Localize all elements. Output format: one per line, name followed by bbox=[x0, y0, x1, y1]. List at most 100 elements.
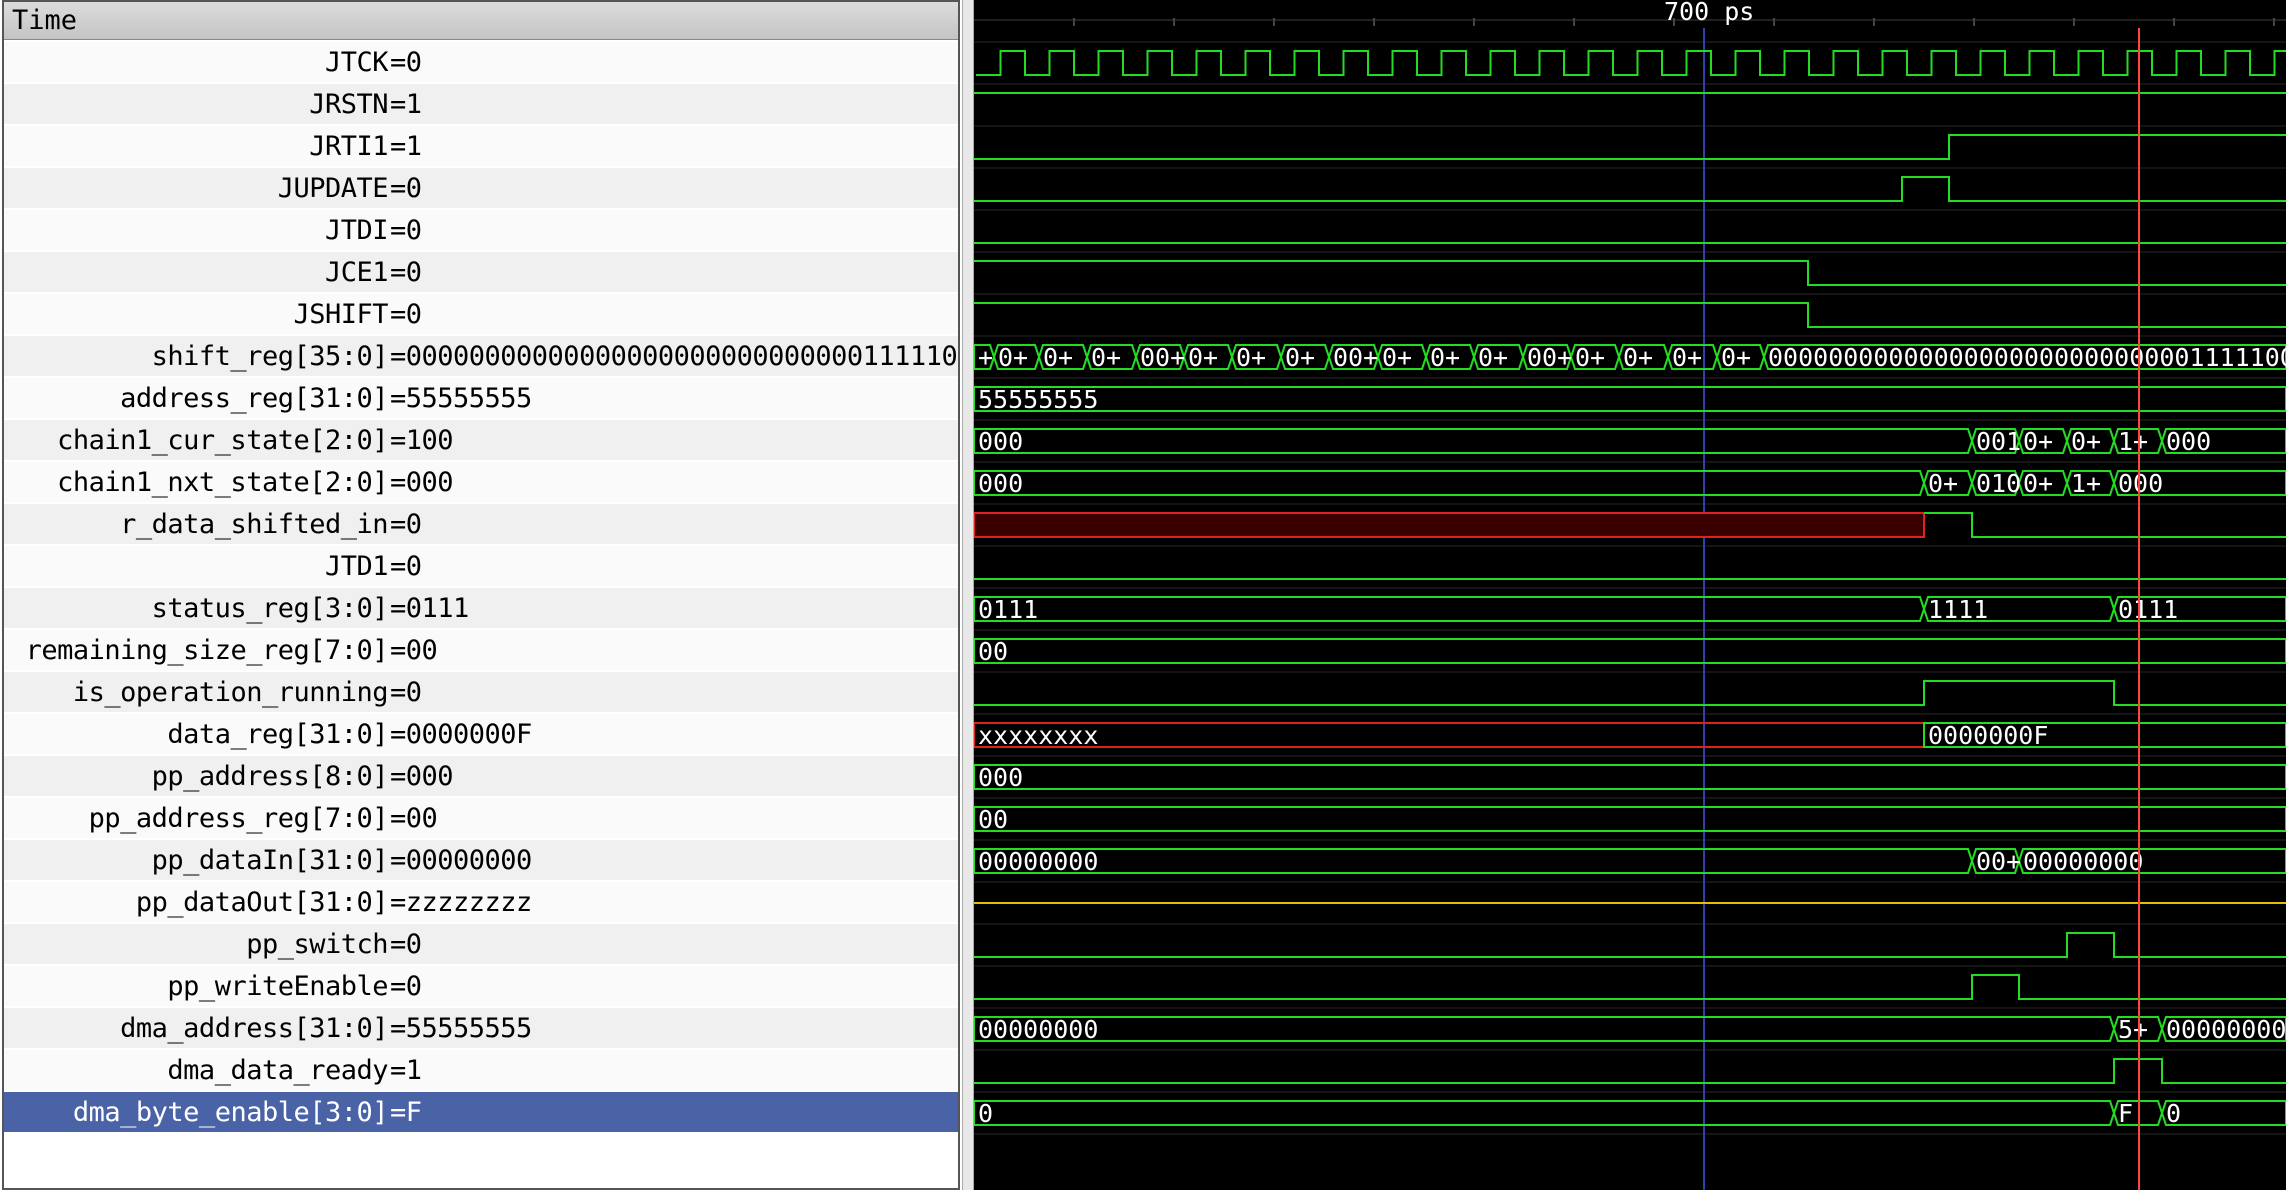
signal-name: dma_data_ready bbox=[167, 1055, 388, 1086]
signal-name: chain1_nxt_state[2:0] bbox=[57, 467, 388, 498]
shift-reg-value-label: 0+ bbox=[1430, 343, 1460, 372]
signal-row[interactable]: JTD1 =0 bbox=[4, 546, 959, 588]
pp-datain-value-label: 00000000 bbox=[2023, 847, 2143, 876]
pp-address-wave bbox=[974, 777, 2286, 790]
signal-row[interactable]: pp_address[8:0] =000 bbox=[4, 756, 959, 798]
signal-name: JTCK bbox=[324, 47, 389, 78]
shift-reg-value-label: 0+ bbox=[998, 343, 1028, 372]
signal-row[interactable]: JTCK =0 bbox=[4, 42, 959, 84]
cur-state-value-label: 000 bbox=[978, 427, 1023, 456]
signal-name: shift_reg[35:0] bbox=[151, 341, 389, 372]
signal-value: =0 bbox=[390, 299, 422, 330]
address-reg-wave bbox=[974, 386, 2286, 399]
pp-datain-wave bbox=[974, 860, 1973, 874]
dma-byte-enable-wave bbox=[974, 1100, 2115, 1114]
nxt-state-value-label: 000 bbox=[978, 469, 1023, 498]
signal-value: =55555555 bbox=[390, 1013, 532, 1044]
signal-row[interactable]: address_reg[31:0] =55555555 bbox=[4, 378, 959, 420]
pp-address-reg-value-label: 00 bbox=[978, 805, 1008, 834]
jshift-wave bbox=[974, 302, 2286, 328]
signal-row[interactable]: dma_byte_enable[3:0] =F bbox=[4, 1092, 959, 1134]
signal-name: remaining_size_reg[7:0] bbox=[25, 635, 389, 666]
time-column-header[interactable]: Time bbox=[4, 2, 959, 40]
shift-reg-value-label: 0+ bbox=[1091, 343, 1121, 372]
signal-row[interactable]: pp_dataIn[31:0] =00000000 bbox=[4, 840, 959, 882]
status-reg-wave bbox=[974, 596, 1925, 610]
shift-reg-value-label: + bbox=[978, 343, 993, 372]
signal-row[interactable]: JUPDATE =0 bbox=[4, 168, 959, 210]
pane-splitter[interactable] bbox=[962, 0, 974, 1194]
status-reg-value-label: 0111 bbox=[978, 595, 1038, 624]
signal-row[interactable]: pp_address_reg[7:0] =00 bbox=[4, 798, 959, 840]
status-reg-wave bbox=[974, 608, 1925, 622]
signal-row[interactable]: dma_address[31:0] =55555555 bbox=[4, 1008, 959, 1050]
signal-row[interactable]: JRSTN =1 bbox=[4, 84, 959, 126]
pp-datain-value-label: 00000000 bbox=[978, 847, 1098, 876]
signal-value: =0 bbox=[390, 173, 422, 204]
signal-name: pp_address_reg[7:0] bbox=[88, 803, 389, 834]
cur-state-value-label: 001 bbox=[1976, 427, 2021, 456]
shift-reg-value-label: 0+ bbox=[1188, 343, 1218, 372]
signal-value: =00000000 bbox=[390, 845, 532, 876]
signal-row[interactable]: remaining_size_reg[7:0] =00 bbox=[4, 630, 959, 672]
signal-row[interactable]: pp_switch =0 bbox=[4, 924, 959, 966]
signal-name: JSHIFT bbox=[293, 299, 388, 330]
shift-reg-value-label: 000000000000000000000000000011111000 bbox=[1768, 343, 2286, 372]
time-header-label: Time bbox=[12, 5, 78, 36]
signal-row[interactable]: JRTI1 =1 bbox=[4, 126, 959, 168]
dma-address-value-label: 5+ bbox=[2118, 1015, 2148, 1044]
cur-state-value-label: 000 bbox=[2166, 427, 2211, 456]
data-reg-value-label: 0000000F bbox=[1928, 721, 2048, 750]
nxt-state-value-label: 1+ bbox=[2071, 469, 2101, 498]
signal-row[interactable]: chain1_nxt_state[2:0] =000 bbox=[4, 462, 959, 504]
remaining-size-value-label: 00 bbox=[978, 637, 1008, 666]
signal-row[interactable]: is_operation_running =0 bbox=[4, 672, 959, 714]
shift-reg-value-label: 00+ bbox=[1333, 343, 1378, 372]
signal-row[interactable]: chain1_cur_state[2:0] =100 bbox=[4, 420, 959, 462]
nxt-state-value-label: 000 bbox=[2118, 469, 2163, 498]
signal-row[interactable]: dma_data_ready =1 bbox=[4, 1050, 959, 1092]
remaining-size-wave bbox=[974, 638, 2286, 651]
signal-name: is_operation_running bbox=[72, 677, 389, 708]
signal-name: JRSTN bbox=[309, 89, 388, 120]
signal-value: =zzzzzzzz bbox=[390, 887, 532, 918]
jtck-wave bbox=[976, 50, 2286, 76]
signal-row[interactable]: JTDI =0 bbox=[4, 210, 959, 252]
cur-state-wave bbox=[974, 428, 1973, 442]
waveform-pane[interactable]: 700 ps +0+ 0+ 0+ 00+ 0+ 0+ 0+ 00+ 0+ 0+ 0+ 00+ 0+ 0+ 0+… bbox=[974, 0, 2286, 1194]
signal-row[interactable]: pp_dataOut[31:0] =zzzzzzzz bbox=[4, 882, 959, 924]
pp-switch-wave bbox=[974, 932, 2286, 958]
pp-datain-value-label: 00+ bbox=[1976, 847, 2021, 876]
data-reg-undefined-region bbox=[974, 722, 1925, 748]
signal-row[interactable]: data_reg[31:0] =0000000F bbox=[4, 714, 959, 756]
signal-row[interactable]: JSHIFT =0 bbox=[4, 294, 959, 336]
dma-data-ready-wave bbox=[974, 1058, 2286, 1084]
shift-reg-value-label: 00+ bbox=[1527, 343, 1572, 372]
signal-value: =0 bbox=[390, 509, 422, 540]
signal-row[interactable]: r_data_shifted_in =0 bbox=[4, 504, 959, 546]
signal-row[interactable]: pp_writeEnable =0 bbox=[4, 966, 959, 1008]
waveform-canvas[interactable]: 700 ps+ 0+ 0+ 0+ 00+ 0+ 0+ 0+ 00+ 0+ 0+ 0+ 00+ 0+ 0+ 0+… bbox=[974, 0, 2286, 1194]
remaining-size-wave bbox=[974, 651, 2286, 664]
dma-byte-enable-wave bbox=[974, 1112, 2115, 1126]
signal-name: JTD1 bbox=[324, 551, 389, 582]
signal-value: =000 bbox=[390, 761, 454, 792]
signal-name: data_reg[31:0] bbox=[167, 719, 388, 750]
nxt-state-wave bbox=[974, 470, 1925, 484]
signal-name: pp_writeEnable bbox=[167, 971, 388, 1002]
shift-reg-value-label: 0+ bbox=[1382, 343, 1412, 372]
shift-reg-value-label: 0+ bbox=[1285, 343, 1315, 372]
data-reg-value-label: xxxxxxxx bbox=[978, 721, 1098, 750]
signal-row[interactable]: status_reg[3:0] =0111 bbox=[4, 588, 959, 630]
signal-value: =F bbox=[390, 1097, 422, 1128]
status-reg-value-label: 0111 bbox=[2118, 595, 2178, 624]
signal-row[interactable]: shift_reg[35:0] =000000000000000000000000… bbox=[4, 336, 959, 378]
time-marker-label: 700 ps bbox=[1664, 0, 1754, 26]
signal-value: =1 bbox=[390, 131, 422, 162]
nxt-state-wave bbox=[974, 482, 1925, 496]
signal-value: =1 bbox=[390, 1055, 422, 1086]
pp-address-reg-wave bbox=[974, 806, 2286, 819]
signal-row[interactable]: JCE1 =0 bbox=[4, 252, 959, 294]
signal-value: =1 bbox=[390, 89, 422, 120]
signal-name: pp_address[8:0] bbox=[151, 761, 389, 792]
